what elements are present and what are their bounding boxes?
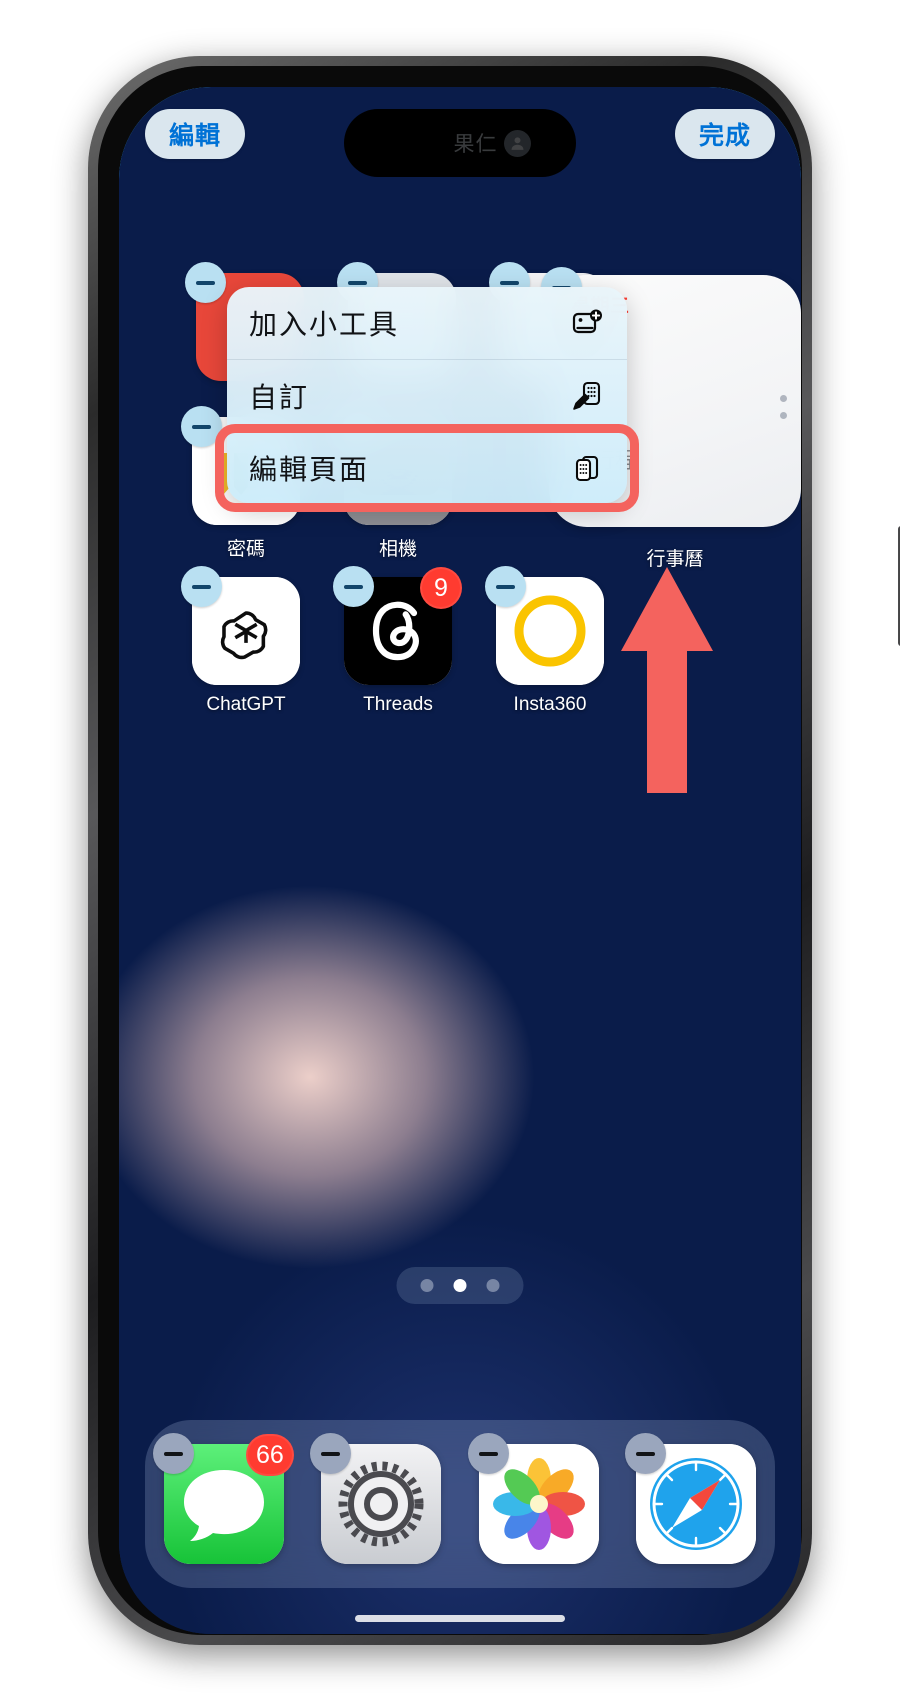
edit-button[interactable]: 編輯 <box>145 109 246 159</box>
phone-screen: 果仁 編輯 完成 行事曆 密碼 相機 ChatGPT 9 Threads Ins… <box>119 87 801 1634</box>
add-widget-icon <box>569 305 605 341</box>
edit-pages-icon <box>569 450 605 486</box>
widget-dot <box>780 412 787 419</box>
app-label: Insta360 <box>513 694 587 715</box>
app-cell-chatgpt[interactable]: ChatGPT <box>181 566 307 716</box>
person-icon <box>503 129 531 157</box>
notification-badge: 66 <box>245 1434 294 1476</box>
dock-item-settings[interactable] <box>310 1433 442 1564</box>
dock-item-safari[interactable] <box>625 1433 757 1564</box>
menu-item-label: 自訂 <box>249 381 310 413</box>
dock-item-photos[interactable] <box>467 1433 599 1564</box>
remove-app-badge[interactable] <box>333 566 374 607</box>
remove-app-badge[interactable] <box>152 1433 194 1474</box>
home-screen-context-menu: 加入小工具 自訂 編輯頁面 <box>227 287 627 503</box>
menu-item-label: 加入小工具 <box>249 309 400 340</box>
app-cell-insta360[interactable]: Insta360 <box>485 566 611 716</box>
dynamic-island-content: 果仁 <box>454 128 531 158</box>
dynamic-island[interactable]: 果仁 <box>344 109 576 177</box>
app-icon-box[interactable] <box>485 566 604 685</box>
remove-app-badge[interactable] <box>310 1433 352 1474</box>
remove-app-badge[interactable] <box>485 566 526 607</box>
remove-app-badge[interactable] <box>181 406 222 447</box>
menu-item-add-widget[interactable]: 加入小工具 <box>227 287 627 359</box>
page-dot-3[interactable] <box>486 1279 500 1292</box>
app-icon-box[interactable]: 9 <box>333 566 462 685</box>
phone-bezel: 果仁 編輯 完成 行事曆 密碼 相機 ChatGPT 9 Threads Ins… <box>98 66 802 1635</box>
done-button[interactable]: 完成 <box>674 109 775 159</box>
dynamic-island-user-name: 果仁 <box>453 133 498 156</box>
remove-app-badge[interactable] <box>181 566 222 607</box>
dock-item-messages[interactable]: 66 <box>152 1433 294 1564</box>
widget-page-dots <box>780 395 787 419</box>
app-label: Threads <box>363 694 433 715</box>
customize-paintbrush-icon <box>569 378 605 414</box>
widget-dot <box>780 395 787 402</box>
app-label: ChatGPT <box>206 694 286 715</box>
app-label: 相機 <box>378 539 417 560</box>
remove-app-badge[interactable] <box>625 1433 667 1474</box>
page-dots-indicator[interactable] <box>396 1267 524 1304</box>
notification-badge: 9 <box>420 567 462 609</box>
app-cell-threads[interactable]: 9 Threads <box>333 566 462 716</box>
phone-device-frame: 果仁 編輯 完成 行事曆 密碼 相機 ChatGPT 9 Threads Ins… <box>88 56 900 1645</box>
page-dot-1[interactable] <box>420 1279 434 1292</box>
menu-item-edit-pages[interactable]: 編輯頁面 <box>227 431 627 503</box>
page-dot-2-active[interactable] <box>453 1279 467 1292</box>
remove-app-badge[interactable] <box>467 1433 509 1474</box>
dock: 66 <box>145 1420 775 1588</box>
home-indicator[interactable] <box>355 1615 565 1622</box>
app-label: 密碼 <box>226 539 265 560</box>
menu-item-label: 編輯頁面 <box>249 453 370 485</box>
remove-app-badge[interactable] <box>185 262 226 303</box>
app-icon-box[interactable] <box>181 566 300 685</box>
menu-item-customize[interactable]: 自訂 <box>227 359 627 431</box>
annotation-arrow-icon <box>619 565 715 795</box>
